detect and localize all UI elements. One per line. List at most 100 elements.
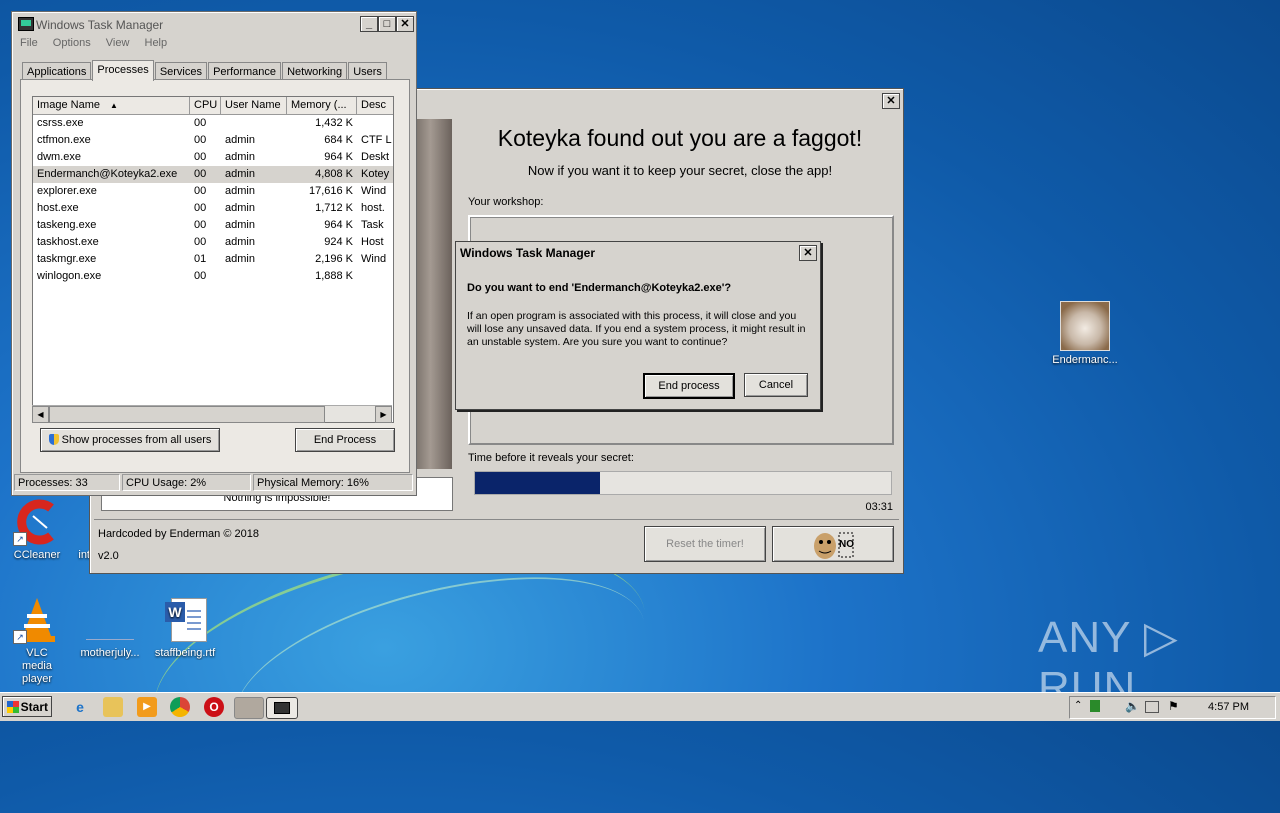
table-row[interactable]: taskeng.exe 00 admin 964 K Task (33, 217, 393, 234)
close-button[interactable]: ✕ (396, 16, 414, 32)
column-cpu[interactable]: CPU (190, 97, 221, 114)
desktop-icon-motherjuly[interactable]: motherjuly... (73, 596, 147, 660)
process-description: host. (361, 202, 385, 214)
scroll-right-icon[interactable]: ▶ (375, 406, 392, 423)
menu-options[interactable]: Options (53, 37, 91, 49)
process-description: Host (361, 236, 384, 248)
table-row[interactable]: winlogon.exe 00 1,888 K (33, 268, 393, 285)
process-user: admin (225, 134, 255, 146)
taskmanager-window[interactable]: Windows Task Manager _ □ ✕ File Options … (11, 11, 417, 496)
table-row[interactable]: taskmgr.exe 01 admin 2,196 K Wind (33, 251, 393, 268)
minimize-button[interactable]: _ (360, 16, 378, 32)
tab-bar: Applications Processes Services Performa… (22, 60, 387, 81)
column-user-name[interactable]: User Name (221, 97, 287, 114)
table-row[interactable]: explorer.exe 00 admin 17,616 K Wind (33, 183, 393, 200)
process-cpu: 00 (194, 168, 207, 180)
status-bar: Processes: 33 CPU Usage: 2% Physical Mem… (14, 474, 414, 492)
confirm-end-process-button[interactable]: End process (643, 373, 735, 399)
cat-photo-icon (1060, 301, 1110, 351)
credit: Hardcoded by Enderman © 2018 (98, 528, 259, 540)
desktop-icon-endermanch[interactable]: Endermanc... (1048, 301, 1122, 367)
timer-progress-fill (475, 472, 600, 494)
scroll-left-icon[interactable]: ◀ (32, 406, 49, 423)
table-row[interactable]: dwm.exe 00 admin 964 K Deskt (33, 149, 393, 166)
volume-icon[interactable]: 🔈 (1125, 699, 1140, 713)
timer-label: Time before it reveals your secret: (468, 452, 634, 464)
process-cpu: 00 (194, 219, 207, 231)
baldi-no-button[interactable]: NO (772, 526, 894, 562)
process-user: admin (225, 151, 255, 163)
menu-help[interactable]: Help (145, 37, 168, 49)
close-button[interactable]: ✕ (882, 93, 900, 109)
menu-file[interactable]: File (20, 37, 38, 49)
taskbar: Start e ▶ O ⌃ 🔈 ⚑ 4:57 PM (0, 692, 1280, 721)
reset-timer-button[interactable]: Reset the timer! (644, 526, 766, 562)
table-row[interactable]: host.exe 00 admin 1,712 K host. (33, 200, 393, 217)
process-name: explorer.exe (37, 185, 97, 197)
tab-processes[interactable]: Processes (92, 60, 154, 81)
process-list[interactable]: Image Name ▲ CPU User Name Memory (... De… (32, 96, 394, 423)
process-memory: 684 K (324, 134, 353, 146)
opera-icon[interactable]: O (204, 697, 224, 717)
title-bar[interactable]: Windows Task Manager _ □ ✕ (14, 14, 414, 34)
process-memory: 1,432 K (315, 117, 353, 129)
cancel-button[interactable]: Cancel (744, 373, 808, 397)
display-icon[interactable] (1145, 701, 1159, 713)
koteyka-icon[interactable] (234, 697, 264, 719)
list-header: Image Name ▲ CPU User Name Memory (... De… (33, 97, 393, 115)
media-player-icon[interactable]: ▶ (137, 697, 157, 717)
process-cpu: 00 (194, 202, 207, 214)
chrome-icon[interactable] (170, 697, 190, 717)
process-cpu: 01 (194, 253, 207, 265)
process-user (221, 268, 287, 285)
flag-icon[interactable]: ⚑ (1168, 699, 1179, 713)
show-all-processes-button[interactable]: Show processes from all users (40, 428, 220, 452)
close-button[interactable]: ✕ (799, 245, 817, 261)
maximize-button[interactable]: □ (378, 16, 396, 32)
desktop-icon-staffbeing[interactable]: W staffbeing.rtf (148, 596, 222, 660)
window-title: Windows Task Manager (36, 18, 164, 32)
process-name: Endermanch@Koteyka2.exe (37, 168, 178, 180)
process-cpu: 00 (194, 151, 207, 163)
process-memory: 924 K (324, 236, 353, 248)
dialog-question: Do you want to end 'Endermanch@Koteyka2.… (467, 282, 732, 294)
baldi-no-icon: NO (814, 532, 854, 559)
process-name: csrss.exe (37, 117, 84, 129)
vlc-icon: ↗ (13, 596, 61, 644)
process-user: admin (225, 253, 255, 265)
horizontal-scrollbar[interactable]: ◀ ▶ (32, 405, 392, 423)
show-hidden-icons-icon[interactable]: ⌃ (1074, 700, 1082, 711)
taskmgr-icon (18, 17, 34, 31)
timer-value: 03:31 (865, 501, 893, 513)
table-row[interactable]: ctfmon.exe 00 admin 684 K CTF L (33, 132, 393, 149)
end-process-dialog[interactable]: Windows Task Manager ✕ Do you want to en… (455, 241, 821, 410)
process-memory: 2,196 K (315, 253, 353, 265)
process-name: taskeng.exe (37, 219, 97, 231)
dialog-title: Windows Task Manager (460, 246, 596, 260)
desktop-icon-int[interactable]: int (46, 498, 90, 562)
process-name: taskmgr.exe (37, 253, 97, 265)
process-description (357, 268, 393, 285)
end-process-button[interactable]: End Process (295, 428, 395, 452)
clock[interactable]: 4:57 PM (1208, 701, 1249, 713)
start-button[interactable]: Start (2, 696, 52, 717)
column-image-name[interactable]: Image Name ▲ (33, 97, 190, 114)
process-memory: 964 K (324, 151, 353, 163)
process-memory: 964 K (324, 219, 353, 231)
process-name: taskhost.exe (37, 236, 99, 248)
table-row[interactable]: Endermanch@Koteyka2.exe 00 admin 4,808 K Kot… (33, 166, 393, 183)
shortcut-arrow-icon: ↗ (13, 532, 27, 546)
process-description: Wind (361, 253, 387, 265)
column-description[interactable]: Desc (357, 97, 393, 114)
table-row[interactable]: taskhost.exe 00 admin 924 K Host (33, 234, 393, 251)
column-memory[interactable]: Memory (... (287, 97, 357, 114)
ie-icon[interactable]: e (70, 697, 90, 717)
scroll-thumb[interactable] (49, 406, 325, 423)
taskmgr-icon[interactable] (266, 697, 298, 719)
table-row[interactable]: csrss.exe 00 1,432 K (33, 115, 393, 132)
menu-view[interactable]: View (106, 37, 130, 49)
network-icon[interactable] (1090, 700, 1100, 712)
explorer-icon[interactable] (103, 697, 123, 717)
process-cpu: 00 (194, 117, 207, 129)
desktop-icon-vlc[interactable]: ↗ VLC media player (0, 596, 74, 686)
